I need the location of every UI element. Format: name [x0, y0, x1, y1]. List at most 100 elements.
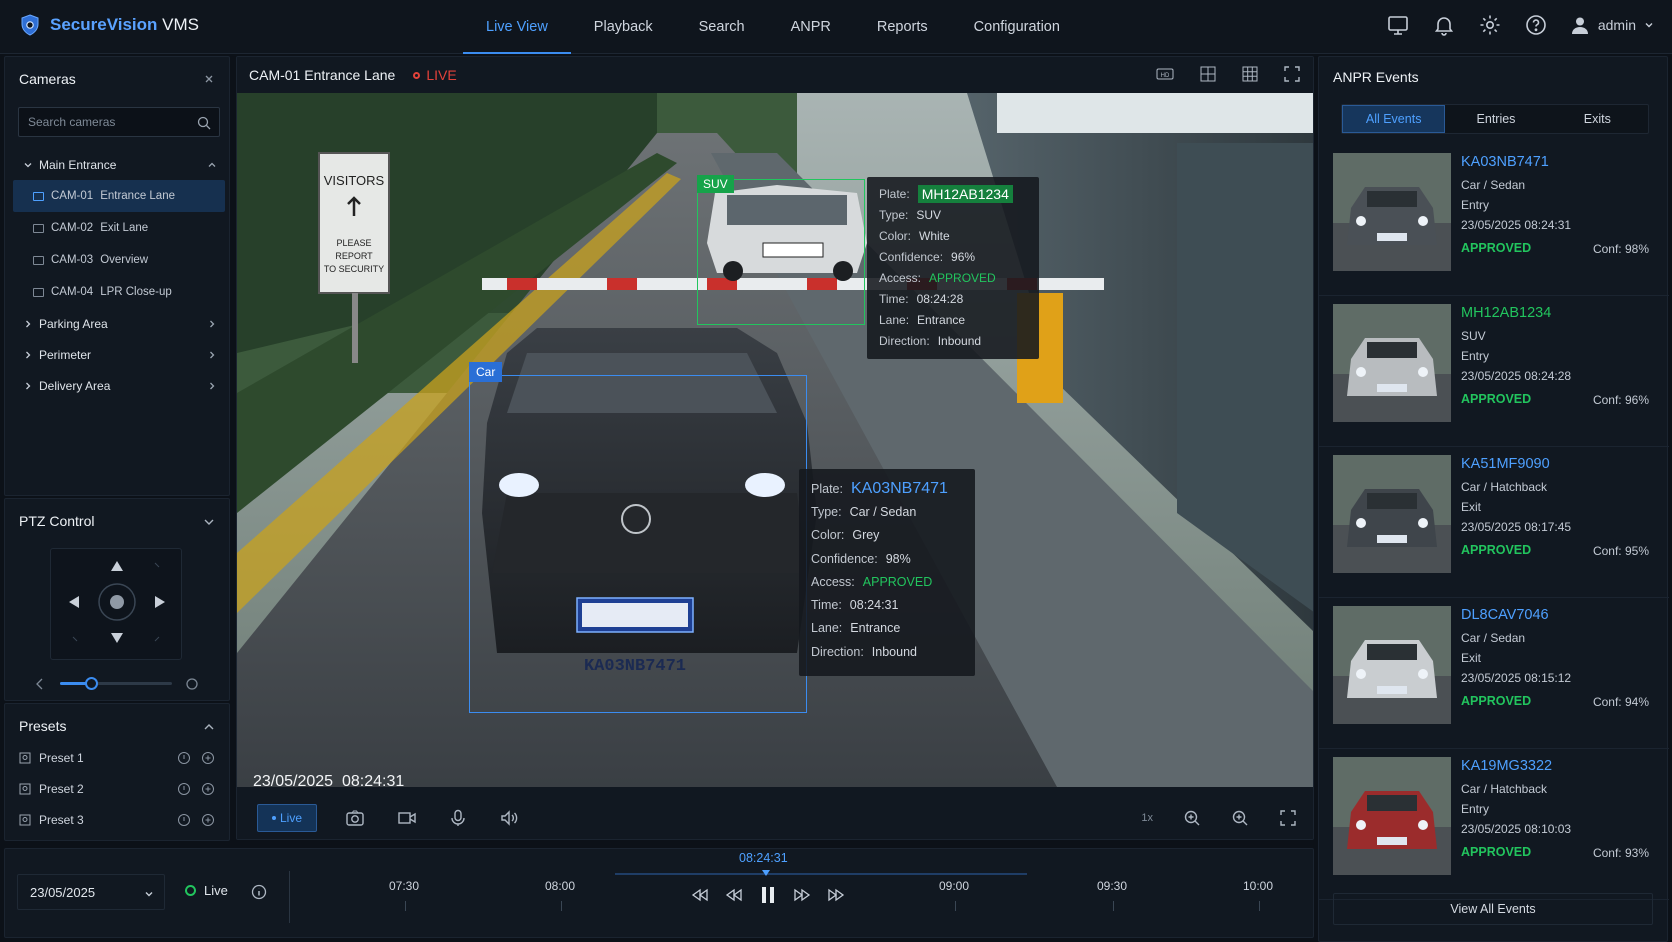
- nav-tab-live-view[interactable]: Live View: [463, 0, 571, 54]
- fast-forward-icon[interactable]: [827, 888, 845, 902]
- camera-group[interactable]: Delivery Area: [13, 370, 225, 401]
- filter-tab-entries[interactable]: Entries: [1445, 105, 1546, 133]
- preset-item[interactable]: Preset 3: [19, 804, 219, 835]
- playback-controls: [691, 885, 845, 905]
- info-row-confidence: Confidence: 96%: [879, 246, 1027, 267]
- info-value: 98%: [885, 551, 911, 566]
- record-icon[interactable]: [397, 809, 417, 827]
- timeline-cursor[interactable]: [761, 869, 771, 877]
- event-datetime: 23/05/2025 08:17:45: [1461, 520, 1572, 534]
- info-icon[interactable]: [251, 884, 267, 900]
- timeline-cursor-time: 08:24:31: [739, 851, 788, 865]
- add-preset-icon[interactable]: [201, 751, 215, 765]
- camera-name: LPR Close-up: [100, 286, 172, 298]
- zoom-in-icon[interactable]: [1183, 809, 1201, 827]
- event-direction: Exit: [1461, 651, 1482, 665]
- camera-group-label: Delivery Area: [39, 378, 111, 393]
- camera-group[interactable]: Perimeter: [13, 339, 225, 370]
- ptz-zoom-slider[interactable]: [60, 677, 172, 690]
- camera-item[interactable]: CAM-01 Entrance Lane: [13, 180, 225, 212]
- camera-name: Overview: [100, 254, 149, 266]
- nav-tab-reports[interactable]: Reports: [854, 0, 951, 54]
- nav-tab-playback[interactable]: Playback: [571, 0, 676, 54]
- event-item[interactable]: KA19MG3322 Car / Hatchback Entry 23/05/2…: [1319, 749, 1669, 900]
- step-forward-icon[interactable]: [793, 888, 811, 902]
- event-status: APPROVED: [1461, 694, 1532, 708]
- ptz-center-button[interactable]: [110, 595, 124, 609]
- preset-item[interactable]: Preset 1: [19, 742, 219, 773]
- ptz-up-button[interactable]: [111, 561, 123, 571]
- sign-please: PLEASE: [336, 238, 371, 248]
- goto-preset-icon[interactable]: [177, 751, 191, 765]
- camera-item[interactable]: CAM-03 Overview: [13, 244, 225, 276]
- vehicle-thumbnail[interactable]: [1333, 455, 1451, 573]
- refresh-icon[interactable]: [185, 677, 199, 691]
- user-menu[interactable]: admin: [1570, 15, 1654, 35]
- speaker-icon[interactable]: [499, 809, 519, 827]
- ptz-right-button[interactable]: [155, 596, 165, 608]
- goto-preset-icon[interactable]: [177, 782, 191, 796]
- hd-icon[interactable]: HD: [1155, 65, 1175, 83]
- search-icon[interactable]: [197, 116, 211, 130]
- goto-preset-icon[interactable]: [177, 813, 191, 827]
- event-item[interactable]: DL8CAV7046 Car / Sedan Exit 23/05/2025 0…: [1319, 598, 1669, 749]
- vehicle-thumbnail[interactable]: [1333, 153, 1451, 271]
- rewind-fast-icon[interactable]: [691, 888, 709, 902]
- event-vehicle-type: Car / Sedan: [1461, 631, 1526, 645]
- nav-tab-configuration[interactable]: Configuration: [951, 0, 1083, 54]
- event-item[interactable]: KA51MF9090 Car / Hatchback Exit 23/05/20…: [1319, 447, 1669, 598]
- add-preset-icon[interactable]: [201, 782, 215, 796]
- vehicle-thumbnail[interactable]: [1333, 606, 1451, 724]
- add-preset-icon[interactable]: [201, 813, 215, 827]
- live-button[interactable]: Live: [257, 804, 317, 832]
- filter-tab-all-events[interactable]: All Events: [1342, 105, 1446, 133]
- expand-icon[interactable]: [1279, 809, 1297, 827]
- nav-tab-search[interactable]: Search: [676, 0, 768, 54]
- chevron-up-icon[interactable]: [203, 722, 215, 732]
- view-all-events-button[interactable]: View All Events: [1333, 893, 1653, 925]
- microphone-icon[interactable]: [449, 809, 467, 827]
- nav-tab-anpr[interactable]: ANPR: [768, 0, 854, 54]
- suv-tag: SUV: [697, 175, 734, 193]
- date-picker[interactable]: 23/05/2025: [17, 874, 165, 910]
- camera-item[interactable]: CAM-02 Exit Lane: [13, 212, 225, 244]
- help-icon[interactable]: [1524, 13, 1548, 37]
- event-confidence: Conf: 95%: [1592, 544, 1649, 558]
- camera-id: CAM-04: [51, 286, 94, 298]
- vehicle-thumbnail[interactable]: [1333, 757, 1451, 875]
- preset-item[interactable]: Preset 2: [19, 773, 219, 804]
- gear-icon[interactable]: [1478, 13, 1502, 37]
- event-item[interactable]: KA03NB7471 Car / Sedan Entry 23/05/2025 …: [1319, 145, 1669, 296]
- grid-3x3-icon[interactable]: [1241, 65, 1259, 83]
- camera-item[interactable]: CAM-04 LPR Close-up: [13, 276, 225, 308]
- search-input[interactable]: [19, 108, 189, 136]
- event-confidence: Conf: 94%: [1592, 695, 1649, 709]
- car-info-card: Plate: KA03NB7471 Type: Car / Sedan Color: Gr…: [799, 469, 975, 676]
- speed-indicator[interactable]: 1x: [1141, 812, 1153, 824]
- grid-2x2-icon[interactable]: [1199, 65, 1217, 83]
- suv-bounding-box[interactable]: [697, 179, 865, 325]
- info-label: Lane:: [811, 621, 843, 636]
- monitor-icon[interactable]: [1386, 13, 1410, 37]
- chevron-down-icon[interactable]: [203, 517, 215, 527]
- camera-group[interactable]: Main Entrance: [13, 149, 225, 180]
- fullscreen-icon[interactable]: [1283, 65, 1301, 83]
- bell-icon[interactable]: [1432, 13, 1456, 37]
- vehicle-thumbnail[interactable]: [1333, 304, 1451, 422]
- filter-tab-exits[interactable]: Exits: [1547, 105, 1648, 133]
- event-datetime: 23/05/2025 08:15:12: [1461, 671, 1572, 685]
- info-label: Time:: [811, 598, 842, 613]
- live-toggle[interactable]: Live: [185, 883, 228, 898]
- info-value: Entrance: [917, 312, 966, 327]
- camera-group[interactable]: Parking Area: [13, 308, 225, 339]
- collapse-icon[interactable]: [203, 73, 215, 85]
- step-back-icon[interactable]: [725, 888, 743, 902]
- info-value: Inbound: [937, 333, 982, 348]
- event-item[interactable]: MH12AB1234 SUV Entry 23/05/2025 08:24:28…: [1319, 296, 1669, 447]
- ptz-left-button[interactable]: [69, 596, 79, 608]
- zoom-out-icon[interactable]: [33, 677, 47, 691]
- pause-icon[interactable]: [759, 885, 777, 905]
- digital-zoom-icon[interactable]: [1231, 809, 1249, 827]
- snapshot-icon[interactable]: [345, 809, 365, 827]
- ptz-down-button[interactable]: [111, 633, 123, 643]
